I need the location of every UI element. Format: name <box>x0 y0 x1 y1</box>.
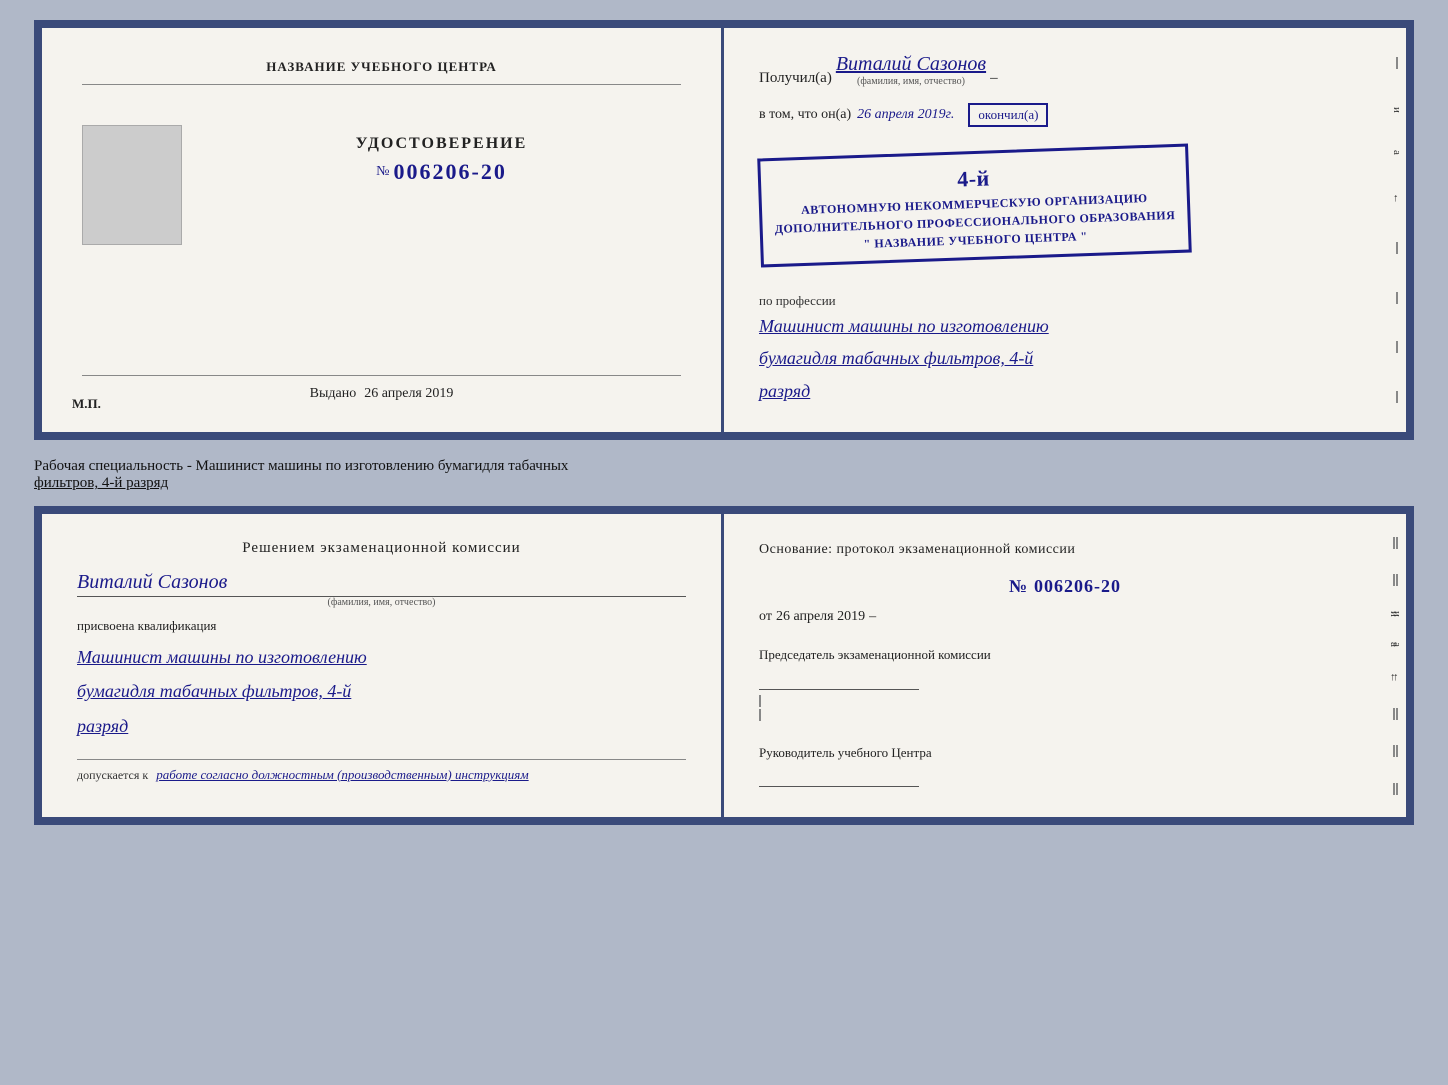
stamp-section: 4-й АВТОНОМНУЮ НЕКОММЕРЧЕСКУЮ ОРГАНИЗАЦИ… <box>759 143 1371 268</box>
qual-line2: бумагидля табачных фильтров, 4-й <box>77 674 686 708</box>
br-edge-dash-3 <box>1396 708 1398 720</box>
cert-number: 006206-20 <box>394 159 507 185</box>
basis-label: Основание: протокол экзаменационной коми… <box>759 542 1075 557</box>
received-name: Виталий Сазонов <box>836 53 986 76</box>
chairman-label: Председатель экзаменационной комиссии <box>759 647 991 662</box>
right-edge-decoration: и а ← <box>1388 28 1406 432</box>
protocol-date-section: от 26 апреля 2019 – <box>759 609 1371 625</box>
assigned-label: присвоена квалификация <box>77 618 686 634</box>
top-document-pair: НАЗВАНИЕ УЧЕБНОГО ЦЕНТРА УДОСТОВЕРЕНИЕ №… <box>34 20 1414 440</box>
allowed-prefix: допускается к <box>77 768 148 782</box>
director-section: Руководитель учебного Центра <box>759 743 1371 793</box>
br-edge-dash-5 <box>1396 783 1398 795</box>
cert-type-label: УДОСТОВЕРЕНИЕ <box>356 135 528 153</box>
edge-letter-arrow: ← <box>1391 193 1403 204</box>
profession-line3: разряд <box>759 375 1371 407</box>
bottom-right-page: Основание: протокол экзаменационной коми… <box>724 514 1406 817</box>
vtom-prefix: в том, что он(а) <box>759 107 851 123</box>
director-label: Руководитель учебного Центра <box>759 745 932 760</box>
specialty-line2: фильтров, 4-й разряд <box>34 475 1414 492</box>
edge-dash-1 <box>1396 57 1398 69</box>
qual-line3: разряд <box>77 709 686 743</box>
basis-section: Основание: протокол экзаменационной коми… <box>759 539 1371 560</box>
profession-line1: Машинист машины по изготовлению <box>759 310 1371 342</box>
cert-number-prefix: № <box>376 164 389 180</box>
dash-1 <box>759 695 761 707</box>
issued-label: Выдано <box>310 386 357 401</box>
specialty-text-block: Рабочая специальность - Машинист машины … <box>34 452 1414 494</box>
br-edge-dash-4 <box>1396 745 1398 757</box>
edge-dash-2 <box>1396 242 1398 254</box>
issued-date: 26 апреля 2019 <box>364 386 453 401</box>
br-edge-dash-1 <box>1396 537 1398 549</box>
allowed-section: допускается к работе согласно должностны… <box>77 759 686 784</box>
edge-dash-4 <box>1396 341 1398 353</box>
vtom-section: в том, что он(а) 26 апреля 2019г. окончи… <box>759 103 1371 127</box>
edge-letter-a: а <box>1391 150 1403 155</box>
date-value: 26 апреля 2019 <box>776 609 865 625</box>
bottom-name-hint: (фамилия, имя, отчество) <box>77 597 686 608</box>
br-edge-letter-arrow: ← <box>1391 672 1403 683</box>
br-edge-dash-2 <box>1396 574 1398 586</box>
photo-placeholder <box>82 125 182 245</box>
allowed-text: работе согласно должностным (производств… <box>156 767 528 782</box>
director-signature-line <box>759 767 919 787</box>
qualification-section: Машинист машины по изготовлению бумагидл… <box>77 640 686 743</box>
bottom-right-edge-decoration: и а ← <box>1388 514 1406 817</box>
profession-line2: бумагидля табачных фильтров, 4-й <box>759 342 1371 374</box>
mp-label: М.П. <box>72 396 101 412</box>
protocol-prefix: № <box>1009 576 1027 596</box>
bottom-name-section: Виталий Сазонов (фамилия, имя, отчество) <box>77 571 686 608</box>
vtom-date: 26 апреля 2019г. <box>857 107 954 123</box>
edge-dash-5 <box>1396 391 1398 403</box>
top-right-page: Получил(а) Виталий Сазонов (фамилия, имя… <box>724 28 1406 432</box>
received-section: Получил(а) Виталий Сазонов (фамилия, имя… <box>759 53 1371 87</box>
bottom-name: Виталий Сазонов <box>77 571 227 593</box>
received-prefix: Получил(а) <box>759 70 832 87</box>
decision-title: Решением экзаменационной комиссии <box>242 540 520 556</box>
top-left-title: НАЗВАНИЕ УЧЕБНОГО ЦЕНТРА <box>266 59 497 74</box>
okoncil-label: окончил(а) <box>968 103 1048 127</box>
date-dash: – <box>869 609 876 625</box>
dash-2 <box>759 709 761 721</box>
bottom-document-pair: Решением экзаменационной комиссии Витали… <box>34 506 1414 825</box>
protocol-number: 006206-20 <box>1034 576 1121 596</box>
chairman-signature-line <box>759 670 919 690</box>
protocol-number-section: № 006206-20 <box>759 576 1371 597</box>
stamp-box: 4-й АВТОНОМНУЮ НЕКОММЕРЧЕСКУЮ ОРГАНИЗАЦИ… <box>757 144 1191 268</box>
received-name-hint: (фамилия, имя, отчество) <box>857 76 965 87</box>
top-left-page: НАЗВАНИЕ УЧЕБНОГО ЦЕНТРА УДОСТОВЕРЕНИЕ №… <box>42 28 724 432</box>
br-edge-letter-i: и <box>1391 611 1403 617</box>
profession-prefix: по профессии <box>759 293 836 308</box>
edge-letter-i: и <box>1391 107 1403 113</box>
edge-dash-3 <box>1396 292 1398 304</box>
specialty-line1: Рабочая специальность - Машинист машины … <box>34 458 1414 475</box>
profession-section: по профессии Машинист машины по изготовл… <box>759 292 1371 407</box>
chairman-section: Председатель экзаменационной комиссии <box>759 645 1371 723</box>
date-prefix: от <box>759 609 772 625</box>
qual-line1: Машинист машины по изготовлению <box>77 640 686 674</box>
bottom-left-page: Решением экзаменационной комиссии Витали… <box>42 514 724 817</box>
br-edge-letter-a: а <box>1391 642 1403 647</box>
